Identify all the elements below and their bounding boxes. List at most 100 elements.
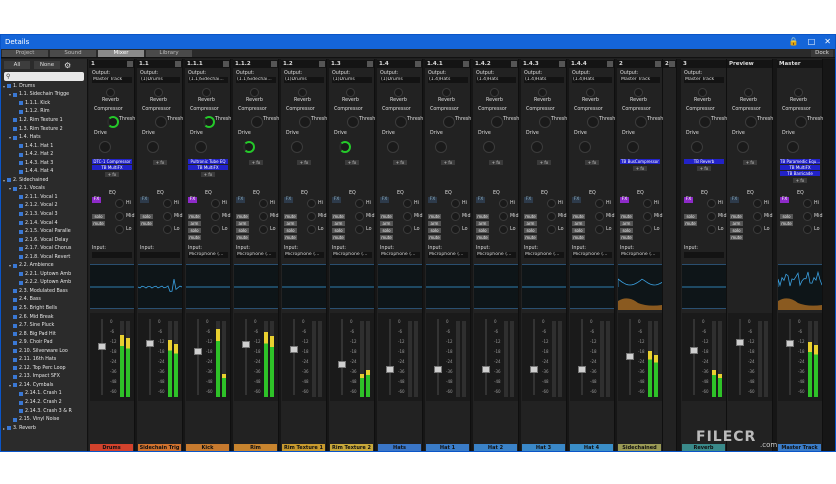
track-list-item[interactable]: 1.2. Rim Texture 1 (1, 116, 87, 125)
track-visibility-checkbox[interactable] (19, 400, 23, 405)
track-visibility-checkbox[interactable] (13, 186, 17, 191)
mute-button[interactable]: mute (524, 214, 537, 219)
mute-button[interactable]: mute (476, 214, 489, 219)
output-select[interactable]: Master Track (684, 77, 724, 83)
add-plugin-button[interactable]: + fx (249, 160, 263, 165)
track-list-item[interactable]: 1.3. Rim Texture 2 (1, 125, 87, 134)
tab-library[interactable]: Library (146, 50, 192, 57)
compressor-threshold-knob[interactable] (251, 116, 263, 128)
fx-button[interactable]: FX (684, 197, 693, 203)
track-list-item[interactable]: 2.11. 16th Hats (1, 356, 87, 365)
track-list-item[interactable]: ▸ 3. Reverb (1, 424, 87, 433)
drive-knob[interactable] (579, 141, 591, 153)
eq-lo-knob[interactable] (547, 225, 556, 234)
add-plugin-button[interactable]: + fx (697, 166, 711, 171)
track-visibility-checkbox[interactable] (19, 101, 23, 106)
track-visibility-checkbox[interactable] (7, 426, 11, 431)
add-plugin-button[interactable]: + fx (393, 160, 407, 165)
eq-mid-knob[interactable] (259, 212, 268, 221)
track-list-item[interactable]: 1.1.1. Kick (1, 99, 87, 108)
fx-button[interactable]: FX (140, 197, 149, 203)
eq-mid-knob[interactable] (307, 212, 316, 221)
track-visibility-checkbox[interactable] (19, 255, 23, 260)
eq-lo-knob[interactable] (259, 225, 268, 234)
drive-knob[interactable] (339, 141, 351, 153)
eq-hi-knob[interactable] (595, 199, 604, 208)
input-select[interactable]: Microphone (... (236, 252, 276, 258)
eq-mid-knob[interactable] (163, 212, 172, 221)
track-list-item[interactable]: 2.2.2. Uptown Amb (1, 279, 87, 288)
track-list-item[interactable]: ▾ 2.1. Vocals (1, 185, 87, 194)
eq-hi-knob[interactable] (403, 199, 412, 208)
track-list-item[interactable]: 2.12. Top Perc Loop (1, 364, 87, 373)
add-plugin-button[interactable]: + fx (297, 160, 311, 165)
eq-lo-knob[interactable] (211, 225, 220, 234)
track-visibility-checkbox[interactable] (19, 229, 23, 234)
reverb-knob[interactable] (298, 88, 307, 97)
track-visibility-checkbox[interactable] (13, 383, 17, 388)
reverb-knob[interactable] (586, 88, 595, 97)
track-list-item[interactable]: ▾ 1.1. Sidechain Trigge (1, 91, 87, 100)
track-visibility-checkbox[interactable] (19, 152, 23, 157)
mute-button[interactable]: mute (140, 221, 153, 226)
fx-button[interactable]: FX (476, 197, 485, 203)
mute-button[interactable]: mute (380, 235, 393, 240)
volume-fader[interactable] (482, 366, 490, 373)
track-visibility-checkbox[interactable] (13, 289, 17, 294)
track-list-item[interactable]: 2.9. Choir Pad (1, 338, 87, 347)
output-select[interactable]: (1)Drums (380, 77, 420, 83)
eq-hi-knob[interactable] (307, 199, 316, 208)
mute-button[interactable]: mute (188, 214, 201, 219)
track-search-input[interactable]: ⚲ (4, 72, 84, 81)
strip-minimize-button[interactable] (319, 61, 325, 67)
input-select[interactable] (140, 252, 180, 258)
track-visibility-checkbox[interactable] (13, 349, 17, 354)
solo-button[interactable]: solo (684, 214, 697, 219)
add-plugin-button[interactable]: + fx (743, 160, 757, 165)
arm-button[interactable]: arm (332, 221, 345, 226)
add-plugin-button[interactable]: + fx (585, 160, 599, 165)
strip-minimize-button[interactable] (127, 61, 133, 67)
track-list-item[interactable]: 2.1.4. Vocal 4 (1, 219, 87, 228)
input-select[interactable]: Microphone (... (620, 252, 660, 258)
track-visibility-checkbox[interactable] (13, 306, 17, 311)
eq-lo-knob[interactable] (451, 225, 460, 234)
add-plugin-button[interactable]: + fx (537, 160, 551, 165)
compressor-threshold-knob[interactable] (443, 116, 455, 128)
compressor-threshold-knob[interactable] (745, 116, 757, 128)
drive-knob[interactable] (195, 141, 207, 153)
eq-mid-knob[interactable] (707, 212, 716, 221)
track-list-item[interactable]: 2.1.6. Vocal Delay (1, 236, 87, 245)
track-list-item[interactable]: 1.1.2. Rim (1, 108, 87, 117)
add-plugin-button[interactable]: + fx (345, 160, 359, 165)
tab-sound[interactable]: Sound (50, 50, 96, 57)
output-select[interactable]: (1.1)Sidechai... (188, 77, 228, 83)
track-visibility-checkbox[interactable] (13, 92, 17, 97)
input-select[interactable] (92, 252, 132, 258)
plugin-slot[interactable]: TB BusCompressor (620, 159, 660, 164)
strip-minimize-button[interactable] (463, 61, 469, 67)
eq-mid-knob[interactable] (403, 212, 412, 221)
eq-lo-knob[interactable] (307, 225, 316, 234)
arm-button[interactable]: arm (428, 221, 441, 226)
fx-button[interactable]: FX (572, 197, 581, 203)
input-select[interactable]: Microphone (... (428, 252, 468, 258)
compressor-threshold-knob[interactable] (203, 116, 215, 128)
eq-lo-knob[interactable] (707, 225, 716, 234)
track-visibility-checkbox[interactable] (19, 161, 23, 166)
track-list-item[interactable]: 2.14.1. Crash 1 (1, 390, 87, 399)
track-list-item[interactable]: 2.15. Vinyl Noise (1, 415, 87, 424)
mute-button[interactable]: mute (524, 235, 537, 240)
track-visibility-checkbox[interactable] (13, 323, 17, 328)
input-select[interactable]: Microphone (... (332, 252, 372, 258)
mute-button[interactable]: mute (572, 235, 585, 240)
arm-button[interactable]: arm (188, 221, 201, 226)
reverb-knob[interactable] (202, 88, 211, 97)
drive-knob[interactable] (147, 141, 159, 153)
output-select[interactable]: (1)Drums (140, 77, 180, 83)
volume-fader[interactable] (242, 341, 250, 348)
fx-button[interactable]: FX (332, 197, 341, 203)
volume-fader[interactable] (578, 366, 586, 373)
eq-hi-knob[interactable] (163, 199, 172, 208)
track-list-item[interactable]: ▾ 2.2. Ambience (1, 261, 87, 270)
